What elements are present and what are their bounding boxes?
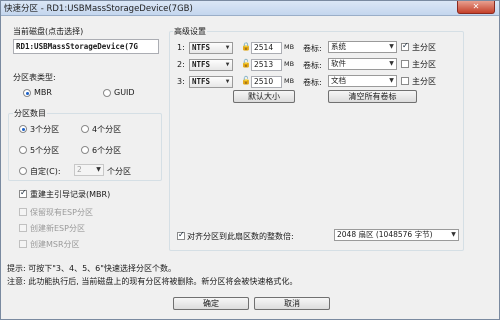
chevron-down-icon: ▼ [389, 43, 394, 50]
row-3-volume-select[interactable]: 文档 ▼ [328, 75, 397, 87]
row-1-volume-value: 系统 [331, 42, 346, 51]
unlock-icon[interactable]: 🔓 [241, 59, 251, 69]
mbr-radio[interactable] [23, 89, 31, 97]
row-1-index: 1: [177, 43, 185, 52]
mbr-radio-label: MBR [34, 88, 52, 97]
six-partitions-radio[interactable] [81, 146, 89, 154]
partition-count-label: 分区数目 [13, 108, 47, 119]
chevron-down-icon: ▼ [225, 61, 230, 68]
create-esp-label: 创建新ESP分区 [30, 224, 85, 233]
row-2-filesystem-select[interactable]: NTFS ▼ [189, 59, 233, 71]
row-1-volume-label: 卷标: [303, 44, 322, 53]
partition-table-label: 分区表类型: [13, 73, 56, 82]
lock-icon[interactable]: 🔒 [241, 42, 251, 52]
hint-line: 提示: 可按下"3、4、5、6"快速选择分区个数。 [7, 264, 176, 273]
chevron-down-icon: ▼ [225, 44, 230, 51]
chevron-down-icon: ▼ [96, 166, 101, 173]
custom-count-suffix: 个分区 [107, 167, 131, 176]
row-3-primary-checkbox[interactable] [401, 77, 409, 85]
align-sectors-value: 2048 扇区 (1048576 字节) [337, 230, 433, 239]
row-3-filesystem-select[interactable]: NTFS ▼ [189, 76, 233, 88]
custom-count-radio[interactable] [19, 167, 27, 175]
row-1-primary-label: 主分区 [412, 43, 436, 52]
row-3-index: 3: [177, 77, 185, 86]
chevron-down-icon: ▼ [389, 77, 394, 84]
custom-count-select[interactable]: 2 ▼ [74, 164, 104, 176]
guid-radio[interactable] [103, 89, 111, 97]
title-bar: 快速分区 - RD1:USBMassStorageDevice(7GB) ✕ [1, 1, 499, 16]
chevron-down-icon: ▼ [389, 60, 394, 67]
four-partitions-label: 4个分区 [92, 125, 122, 134]
row-1-primary-checkbox[interactable] [401, 41, 409, 51]
row-2-filesystem-value: NTFS [192, 60, 211, 69]
guid-radio-label: GUID [114, 88, 135, 97]
row-2-index: 2: [177, 60, 185, 69]
default-size-button[interactable]: 默认大小 [233, 90, 295, 103]
five-partitions-label: 5个分区 [30, 146, 60, 155]
row-3-volume-label: 卷标: [303, 78, 322, 87]
row-2-volume-label: 卷标: [303, 61, 322, 70]
custom-count-label: 自定(C): [30, 167, 61, 176]
chevron-down-icon: ▼ [451, 231, 456, 238]
six-partitions-label: 6个分区 [92, 146, 122, 155]
row-3-filesystem-value: NTFS [192, 77, 211, 86]
ok-button[interactable]: 确定 [173, 297, 249, 310]
three-partitions-radio[interactable] [19, 125, 27, 133]
create-msr-checkbox[interactable] [19, 240, 27, 248]
create-msr-label: 创建MSR分区 [30, 240, 80, 249]
row-1-size-input[interactable]: 2514 [251, 42, 282, 54]
align-sectors-select[interactable]: 2048 扇区 (1048576 字节) ▼ [334, 229, 459, 241]
three-partitions-label: 3个分区 [30, 125, 60, 134]
warning-line: 注意: 此功能执行后, 当前磁盘上的现有分区将被删除。新分区将会被快速格式化。 [7, 277, 298, 286]
current-disk-selector[interactable]: RD1:USBMassStorageDevice(7G [13, 39, 159, 54]
row-1-volume-select[interactable]: 系统 ▼ [328, 41, 397, 53]
create-esp-checkbox[interactable] [19, 224, 27, 232]
close-button[interactable]: ✕ [457, 1, 495, 14]
quick-partition-dialog: 快速分区 - RD1:USBMassStorageDevice(7GB) ✕ 当… [0, 0, 500, 320]
row-2-size-input[interactable]: 2513 [251, 59, 282, 71]
row-2-size-unit: MB [284, 60, 295, 68]
align-partitions-label: 对齐分区到此扇区数的整数倍: [187, 232, 294, 241]
advanced-settings-label: 高级设置 [173, 26, 207, 37]
row-2-volume-value: 软件 [331, 59, 346, 68]
keep-esp-checkbox[interactable] [19, 208, 27, 216]
row-1-filesystem-value: NTFS [192, 43, 211, 52]
row-2-primary-checkbox[interactable] [401, 60, 409, 68]
row-3-volume-value: 文档 [331, 76, 346, 85]
custom-count-value: 2 [77, 165, 82, 174]
clear-all-labels-button[interactable]: 清空所有卷标 [328, 90, 417, 103]
chevron-down-icon: ▼ [225, 78, 230, 85]
row-3-size-input[interactable]: 2510 [251, 76, 282, 88]
rebuild-mbr-checkbox[interactable] [19, 188, 27, 198]
row-3-primary-label: 主分区 [412, 77, 436, 86]
row-3-size-unit: MB [284, 77, 295, 85]
row-1-size-unit: MB [284, 43, 295, 51]
align-partitions-checkbox[interactable] [177, 230, 185, 240]
keep-esp-label: 保留现有ESP分区 [30, 208, 93, 217]
rebuild-mbr-label: 重建主引导记录(MBR) [30, 190, 111, 199]
row-1-filesystem-select[interactable]: NTFS ▼ [189, 42, 233, 54]
row-2-primary-label: 主分区 [412, 60, 436, 69]
row-2-volume-select[interactable]: 软件 ▼ [328, 58, 397, 70]
five-partitions-radio[interactable] [19, 146, 27, 154]
unlock-icon[interactable]: 🔓 [241, 76, 251, 86]
four-partitions-radio[interactable] [81, 125, 89, 133]
current-disk-label: 当前磁盘(点击选择) [13, 27, 84, 36]
window-title: 快速分区 - RD1:USBMassStorageDevice(7GB) [4, 4, 193, 14]
cancel-button[interactable]: 取消 [254, 297, 330, 310]
